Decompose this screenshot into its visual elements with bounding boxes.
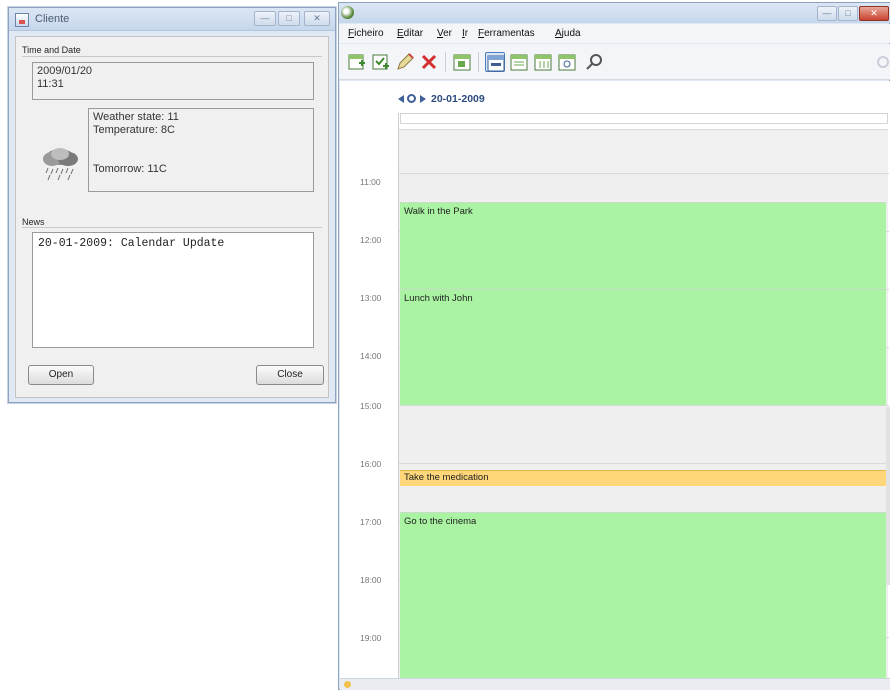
hour-label: 13:00: [360, 293, 382, 303]
event-walk-in-the-park[interactable]: Walk in the Park: [400, 202, 886, 289]
hour-label: 18:00: [360, 575, 382, 585]
scrollbar[interactable]: [886, 407, 890, 585]
weather-state: Weather state: 11: [93, 111, 179, 123]
menu-ficheiro[interactable]: Ficheiro: [348, 28, 384, 39]
month-view-icon[interactable]: [557, 52, 577, 72]
status-icon: [344, 681, 351, 688]
java-app-icon: [15, 13, 29, 27]
news-label: News: [22, 217, 45, 227]
search-icon[interactable]: [585, 52, 605, 72]
menu-bar: Ficheiro Editar Ver Ir Ferramentas Ajuda: [339, 24, 890, 43]
client-titlebar[interactable]: Cliente — □ ✕: [9, 8, 335, 31]
news-item: 20-01-2009: Calendar Update: [38, 237, 225, 250]
event-title: Take the medication: [404, 472, 489, 483]
close-window-button[interactable]: ✕: [859, 6, 889, 21]
minimize-button[interactable]: —: [817, 6, 837, 21]
new-task-icon[interactable]: [371, 52, 391, 72]
week-view-icon[interactable]: [509, 52, 529, 72]
time-date-box: 2009/01/20 11:31: [32, 62, 314, 100]
workweek-view-icon[interactable]: [533, 52, 553, 72]
hour-label: 12:00: [360, 235, 382, 245]
menu-ferramentas[interactable]: Ferramentas: [478, 28, 535, 39]
weather-temperature: Temperature: 8C: [93, 124, 175, 136]
time-date-label: Time and Date: [22, 45, 81, 55]
event-title: Walk in the Park: [404, 206, 473, 217]
hour-line: [399, 405, 889, 406]
client-content: Time and Date 2009/01/20 11:31 Weather s…: [15, 36, 329, 398]
toolbar-separator: [445, 52, 446, 72]
calendar-titlebar[interactable]: — □ ✕: [339, 3, 890, 23]
event-title: Go to the cinema: [404, 516, 477, 527]
today-icon[interactable]: [407, 94, 416, 103]
separator: [22, 56, 322, 57]
time-grid[interactable]: Walk in the Park Lunch with John Take th…: [398, 173, 889, 678]
event-title: Lunch with John: [404, 293, 473, 304]
weather-tomorrow: Tomorrow: 11C: [93, 163, 167, 175]
open-button[interactable]: Open: [28, 365, 94, 385]
throbber-icon: [877, 56, 889, 68]
hour-label: 17:00: [360, 517, 382, 527]
toolbar: [339, 44, 890, 80]
client-window-title: Cliente: [35, 13, 70, 25]
news-text-area[interactable]: 20-01-2009: Calendar Update: [32, 232, 314, 348]
menu-editar[interactable]: Editar: [397, 28, 423, 39]
client-window: Cliente — □ ✕ Time and Date 2009/01/20 1…: [8, 7, 336, 403]
maximize-button[interactable]: □: [838, 6, 858, 21]
go-today-icon[interactable]: [452, 52, 472, 72]
weather-box: Weather state: 11 Temperature: 8C Tomorr…: [88, 108, 314, 192]
close-window-button[interactable]: ✕: [304, 11, 330, 26]
date-value: 2009/01/20: [37, 65, 93, 77]
hour-label: 19:00: [360, 633, 382, 643]
hour-line: [399, 173, 889, 174]
hour-label: 15:00: [360, 401, 382, 411]
minimize-button[interactable]: —: [254, 11, 276, 26]
hour-label: 16:00: [360, 459, 382, 469]
rain-cloud-icon: [40, 143, 84, 183]
current-date: 20-01-2009: [431, 93, 485, 105]
menu-ir[interactable]: Ir: [462, 28, 468, 39]
calendar-window: — □ ✕ Ficheiro Editar Ver Ir Ferramentas…: [338, 2, 890, 690]
menu-ver[interactable]: Ver: [437, 28, 452, 39]
delete-icon[interactable]: [419, 52, 439, 72]
day-view: 20-01-2009 Walk in the Park Lunch with J…: [340, 81, 890, 678]
desktop: Cliente — □ ✕ Time and Date 2009/01/20 1…: [0, 0, 890, 690]
hour-line: [399, 463, 889, 464]
separator: [22, 227, 322, 228]
event-go-to-the-cinema[interactable]: Go to the cinema: [400, 512, 886, 678]
toolbar-separator: [478, 52, 479, 72]
day-view-icon[interactable]: [485, 52, 505, 72]
event-lunch-with-john[interactable]: Lunch with John: [400, 289, 886, 405]
status-bar: [340, 678, 890, 690]
edit-pencil-icon[interactable]: [395, 52, 415, 72]
close-button[interactable]: Close: [256, 365, 324, 385]
hour-label: 14:00: [360, 351, 382, 361]
event-take-the-medication[interactable]: Take the medication: [400, 470, 886, 486]
day-header: [400, 113, 888, 124]
maximize-button[interactable]: □: [278, 11, 300, 26]
next-day-icon[interactable]: [420, 95, 426, 103]
previous-day-icon[interactable]: [398, 95, 404, 103]
time-value: 11:31: [37, 78, 64, 90]
menu-ajuda[interactable]: Ajuda: [555, 28, 581, 39]
calendar-app-icon: [341, 6, 354, 19]
all-day-area[interactable]: [398, 129, 888, 173]
new-event-icon[interactable]: [347, 52, 367, 72]
hour-label: 11:00: [360, 177, 381, 187]
